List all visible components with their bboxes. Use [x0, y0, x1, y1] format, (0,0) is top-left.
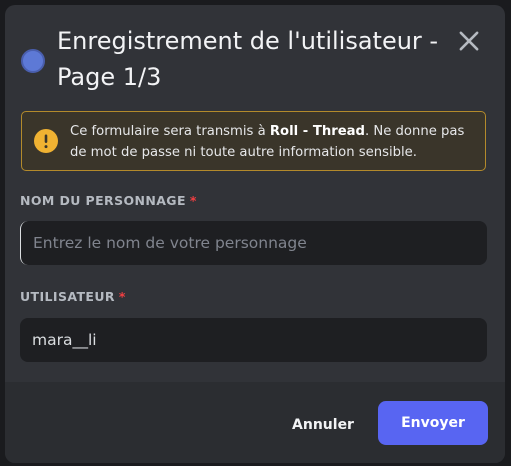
bot-avatar: [21, 49, 45, 73]
warning-icon: [34, 129, 58, 153]
modal-title: Enregistrement de l'utilisateur - Page 1…: [57, 27, 439, 91]
close-button[interactable]: [455, 27, 483, 55]
cancel-button[interactable]: Annuler: [285, 404, 361, 446]
required-marker: *: [118, 289, 126, 304]
username-label: UTILISATEUR *: [20, 289, 126, 304]
character-name-input[interactable]: [20, 221, 487, 265]
required-marker: *: [189, 193, 197, 208]
username-label-text: UTILISATEUR: [20, 289, 115, 304]
modal-footer: Annuler Envoyer: [5, 382, 505, 463]
warning-text: Ce formulaire sera transmis à Roll - Thr…: [70, 121, 480, 163]
submit-button[interactable]: Envoyer: [378, 401, 488, 445]
registration-modal: Enregistrement de l'utilisateur - Page 1…: [5, 5, 505, 463]
character-name-label-text: NOM DU PERSONNAGE: [20, 193, 186, 208]
warning-text-start: Ce formulaire sera transmis à: [70, 124, 270, 139]
warning-text-channel: Roll - Thread: [269, 124, 365, 139]
character-name-label: NOM DU PERSONNAGE *: [20, 193, 197, 208]
warning-notice: Ce formulaire sera transmis à Roll - Thr…: [21, 111, 486, 171]
username-input[interactable]: [20, 318, 487, 362]
close-icon: [459, 31, 479, 51]
